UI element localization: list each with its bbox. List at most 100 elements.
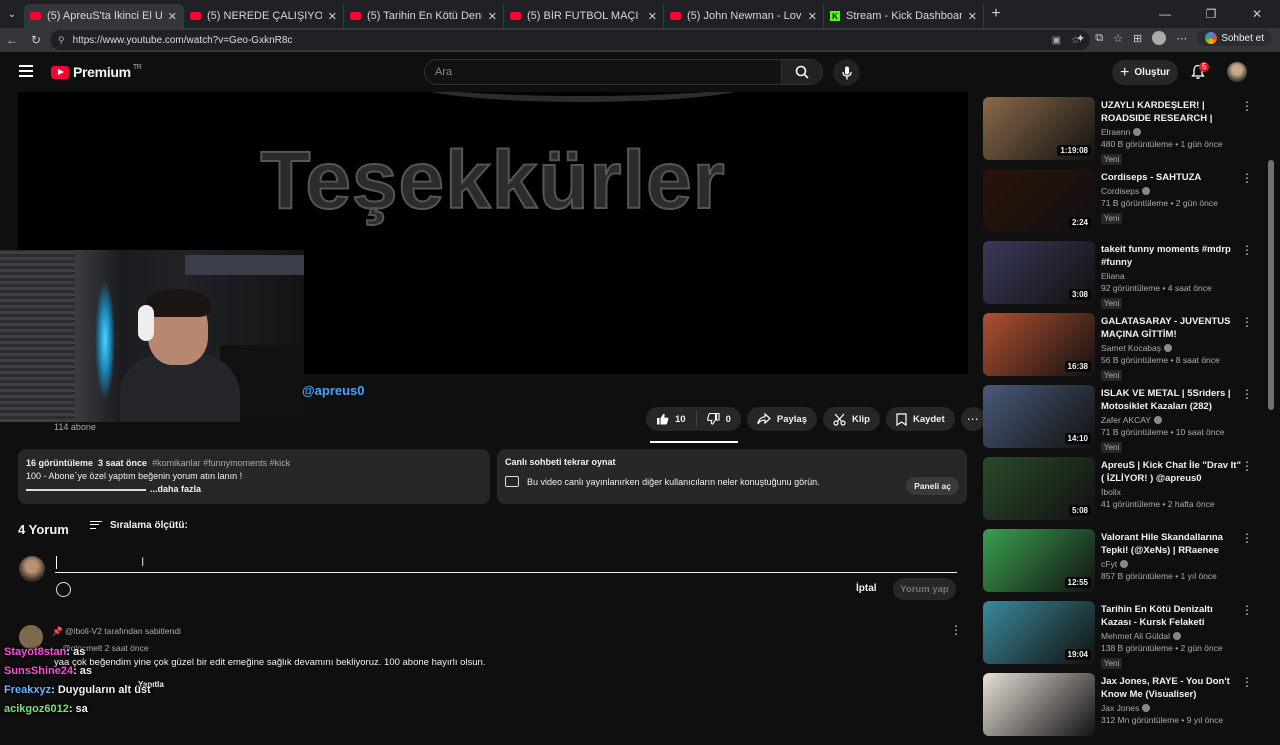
browser-tab[interactable]: (5) NEREDE ÇALIŞIYORSUN | Made ✕ — [184, 4, 344, 28]
channel-name[interactable]: Elraenn — [1101, 127, 1130, 137]
back-icon[interactable]: ← — [0, 33, 24, 47]
video-thumbnail[interactable]: 5:08 — [983, 457, 1095, 520]
video-thumbnail[interactable]: 16:38 — [983, 313, 1095, 376]
site-info-icon[interactable]: ⚲ — [58, 35, 65, 46]
search-input[interactable]: Ara — [424, 59, 782, 85]
create-button[interactable]: + Oluştur — [1112, 60, 1178, 85]
video-menu-icon[interactable]: ⋮ — [1241, 99, 1253, 113]
channel-name[interactable]: Eliana — [1101, 271, 1125, 281]
extensions-icon[interactable]: ✦ — [1076, 32, 1085, 45]
browser-tab[interactable]: K Stream - Kick Dashboard ✕ — [824, 4, 984, 28]
open-panel-button[interactable]: Paneli aç — [906, 477, 959, 495]
sort-comments-button[interactable]: Sıralama ölçütü: — [90, 520, 188, 531]
channel-name[interactable]: Mehmet Ali Güldal — [1101, 631, 1170, 641]
youtube-favicon-icon — [670, 12, 681, 20]
app-icon[interactable]: ▣ — [1052, 35, 1061, 46]
channel-name[interactable]: Jax Jones — [1101, 703, 1139, 713]
channel-name[interactable]: İbolix — [1101, 487, 1121, 497]
video-title[interactable]: Jax Jones, RAYE - You Don't Know Me (Vis… — [1101, 675, 1241, 701]
save-button[interactable]: Kaydet — [885, 407, 955, 431]
channel-name[interactable]: Cordiseps — [1101, 186, 1139, 196]
video-thumbnail[interactable] — [983, 673, 1095, 736]
show-more-link[interactable]: ...daha fazla — [150, 484, 201, 494]
recommended-video[interactable]: 12:55 Valorant Hile Skandallarına Tepki! … — [983, 529, 1263, 601]
video-thumbnail[interactable]: 19:04 — [983, 601, 1095, 664]
voice-search-button[interactable] — [833, 59, 860, 86]
video-menu-icon[interactable]: ⋮ — [1241, 387, 1253, 401]
channel-name[interactable]: Samet Kocabaş — [1101, 343, 1161, 353]
video-menu-icon[interactable]: ⋮ — [1241, 171, 1253, 185]
video-thumbnail[interactable]: 2:24 — [983, 169, 1095, 232]
channel-handle-link[interactable]: @apreus0 — [302, 383, 365, 398]
more-actions-icon[interactable]: ⋯ — [960, 407, 985, 431]
cancel-button[interactable]: İptal — [856, 583, 877, 594]
recommended-video[interactable]: 3:08 takeit funny moments #mdrp #funny Eli… — [983, 241, 1263, 313]
dislike-button[interactable]: 0 — [697, 413, 741, 425]
minimize-icon[interactable]: — — [1142, 0, 1188, 28]
recommended-video[interactable]: 1:19:08 UZAYLI KARDEŞLER! | ROADSIDE RESE… — [983, 97, 1263, 169]
page-scrollbar[interactable] — [1268, 160, 1274, 410]
menu-icon[interactable] — [19, 65, 33, 77]
new-tab-button[interactable]: + — [984, 5, 1008, 23]
url-field[interactable]: ⚲ https://www.youtube.com/watch?v=Geo-Gx… — [50, 30, 1090, 50]
browser-tab[interactable]: (5) John Newman - Love Me Again ✕ — [664, 4, 824, 28]
account-avatar[interactable] — [1227, 62, 1247, 82]
reload-icon[interactable]: ↻ — [24, 33, 48, 47]
video-thumbnail[interactable]: 14:10 — [983, 385, 1095, 448]
channel-name[interactable]: cFyt — [1101, 559, 1117, 569]
browser-tab[interactable]: (5) ApreuS'ta İkinci El Utanç ( 100 / ✕ — [24, 4, 184, 28]
video-menu-icon[interactable]: ⋮ — [1241, 603, 1253, 617]
close-tab-icon[interactable]: ✕ — [648, 10, 657, 23]
emoji-icon[interactable] — [56, 582, 71, 597]
collections-icon[interactable]: ⊞ — [1133, 32, 1142, 45]
video-title[interactable]: GALATASARAY - JUVENTUS MAÇINA GİTTİM! — [1101, 315, 1241, 341]
submit-comment-button[interactable]: Yorum yap — [893, 578, 956, 600]
search-button[interactable] — [781, 59, 823, 85]
video-menu-icon[interactable]: ⋮ — [1241, 243, 1253, 257]
video-title[interactable]: Tarihin En Kötü Denizaltı Kazası - Kursk… — [1101, 603, 1241, 629]
hashtags[interactable]: #komikanlar #funnymoments #kick — [152, 458, 290, 468]
copilot-chat-button[interactable]: Sohbet et — [1197, 30, 1272, 46]
more-icon[interactable]: ⋯ — [1176, 32, 1187, 45]
close-window-icon[interactable]: ✕ — [1234, 0, 1280, 28]
close-tab-icon[interactable]: ✕ — [968, 10, 977, 23]
recommended-video[interactable]: 19:04 Tarihin En Kötü Denizaltı Kazası - … — [983, 601, 1263, 673]
browser-tab[interactable]: (5) BİR FUTBOL MAÇI NASIL FACİA ✕ — [504, 4, 664, 28]
recommended-video[interactable]: 2:24 Cordiseps - SAHTUZA Cordiseps 71 B gör… — [983, 169, 1263, 241]
maximize-icon[interactable]: ❐ — [1188, 0, 1234, 28]
video-title[interactable]: UZAYLI KARDEŞLER! | ROADSIDE RESEARCH | … — [1101, 99, 1241, 125]
close-tab-icon[interactable]: ✕ — [168, 10, 177, 23]
browser-tab[interactable]: (5) Tarihin En Kötü Denizaltı Kazas ✕ — [344, 4, 504, 28]
video-thumbnail[interactable]: 1:19:08 — [983, 97, 1095, 160]
video-title[interactable]: ApreuS | Kick Chat İle "Drav It" ( İZLİY… — [1101, 459, 1241, 485]
video-title[interactable]: Valorant Hile Skandallarına Tepki! (@XeN… — [1101, 531, 1241, 557]
video-title[interactable]: Cordiseps - SAHTUZA — [1101, 171, 1241, 184]
video-menu-icon[interactable]: ⋮ — [1241, 315, 1253, 329]
clip-button[interactable]: Klip — [823, 407, 880, 431]
description-box[interactable]: 16 görüntüleme 3 saat önce #komikanlar #… — [18, 449, 490, 504]
comment-input[interactable] — [55, 553, 957, 573]
like-button[interactable]: 10 — [646, 411, 697, 427]
video-title[interactable]: ISLAK VE METAL | 5Sriders | Motosiklet K… — [1101, 387, 1241, 413]
video-menu-icon[interactable]: ⋮ — [1241, 459, 1253, 473]
recommended-video[interactable]: 16:38 GALATASARAY - JUVENTUS MAÇINA GİTTİ… — [983, 313, 1263, 385]
close-tab-icon[interactable]: ✕ — [328, 10, 337, 23]
favorites-icon[interactable]: ☆ — [1113, 32, 1123, 45]
split-icon[interactable]: ⧉ — [1095, 32, 1103, 45]
recommended-video[interactable]: 14:10 ISLAK VE METAL | 5Sriders | Motosik… — [983, 385, 1263, 457]
close-tab-icon[interactable]: ✕ — [808, 10, 817, 23]
close-tab-icon[interactable]: ✕ — [488, 10, 497, 23]
recommended-video[interactable]: 5:08 ApreuS | Kick Chat İle "Drav It" ( İ… — [983, 457, 1263, 529]
video-thumbnail[interactable]: 3:08 — [983, 241, 1095, 304]
video-title[interactable]: takeit funny moments #mdrp #funny — [1101, 243, 1241, 269]
video-menu-icon[interactable]: ⋮ — [1241, 675, 1253, 689]
recommended-video[interactable]: Jax Jones, RAYE - You Don't Know Me (Vis… — [983, 673, 1263, 745]
channel-name[interactable]: Zafer AKCAY — [1101, 415, 1151, 425]
profile-icon[interactable] — [1152, 31, 1167, 45]
video-thumbnail[interactable]: 12:55 — [983, 529, 1095, 592]
video-menu-icon[interactable]: ⋮ — [1241, 531, 1253, 545]
share-button[interactable]: Paylaş — [746, 407, 817, 431]
comment-menu-icon[interactable]: ⋮ — [950, 623, 962, 637]
tab-search-icon[interactable]: ⌄ — [0, 0, 24, 28]
youtube-logo[interactable]: Premium TR — [51, 64, 142, 80]
